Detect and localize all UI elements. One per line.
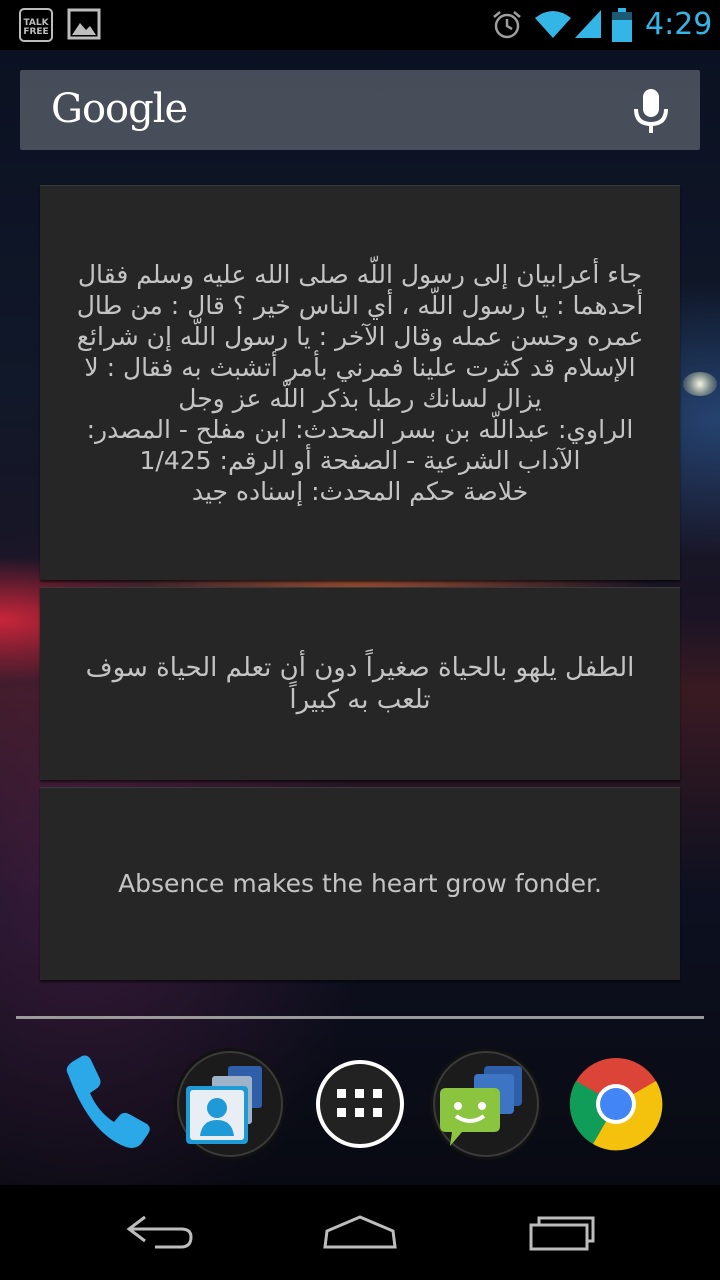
- quote-line: عمره وحسن عمله وقال الآخر : يا رسول اللّ…: [76, 322, 644, 351]
- all-apps-icon[interactable]: [302, 1046, 418, 1162]
- quote-line: تلعب به كبيراً: [289, 685, 431, 715]
- phone-icon[interactable]: [46, 1046, 162, 1162]
- battery-icon: [612, 8, 632, 42]
- contacts-folder-icon[interactable]: [172, 1046, 288, 1162]
- messaging-folder-icon[interactable]: [428, 1046, 544, 1162]
- quote-line: الطفل يلهو بالحياة صغيراً دون أن تعلم ال…: [85, 653, 635, 683]
- mic-icon[interactable]: [631, 87, 671, 135]
- google-search-bar[interactable]: Google: [20, 70, 700, 150]
- navigation-bar: [0, 1185, 720, 1280]
- quote-line: الآداب الشرعية - الصفحة أو الرقم: 1/425: [139, 446, 581, 475]
- quote-line: الراوي: عبداللّه بن بسر المحدث: ابن مفلح…: [86, 415, 634, 444]
- quote-widget-arabic[interactable]: الطفل يلهو بالحياة صغيراً دون أن تعلم ال…: [40, 587, 680, 780]
- status-time: 4:29: [645, 7, 713, 42]
- signal-icon: [575, 10, 601, 38]
- status-bar: TALK FREE 4:29: [0, 0, 720, 50]
- recents-icon[interactable]: [517, 1205, 607, 1255]
- quote-line: الإسلام قد كثرت علينا فمرني بأمر أتشبث ب…: [84, 353, 636, 382]
- google-logo[interactable]: Google: [51, 84, 188, 134]
- quote-line: يزال لسانك رطبا بذكر اللّه عز وجل: [178, 384, 542, 413]
- quote-widget-english[interactable]: Absence makes the heart grow fonder.: [40, 787, 680, 980]
- dock-divider: [16, 1016, 704, 1019]
- talkfree-icon: TALK FREE: [19, 8, 53, 42]
- chrome-icon[interactable]: [558, 1046, 674, 1162]
- talkfree-label: TALK FREE: [23, 18, 49, 37]
- quote-line: خلاصة حكم المحدث: إسناده جيد: [191, 477, 529, 506]
- quote-line: جاء أعرابيان إلى رسول اللّه صلى الله علي…: [77, 260, 643, 289]
- quote-line: Absence makes the heart grow fonder.: [118, 869, 602, 898]
- back-icon[interactable]: [115, 1205, 205, 1255]
- wifi-icon: [535, 11, 571, 38]
- wallpaper-glow: [683, 372, 717, 396]
- gallery-icon: [67, 8, 101, 40]
- home-icon[interactable]: [315, 1205, 405, 1255]
- quote-line: أحدهما : يا رسول اللّه ، أي الناس خير ؟ …: [76, 291, 644, 320]
- alarm-icon: [493, 11, 521, 39]
- quote-widget-hadith[interactable]: جاء أعرابيان إلى رسول اللّه صلى الله علي…: [40, 185, 680, 580]
